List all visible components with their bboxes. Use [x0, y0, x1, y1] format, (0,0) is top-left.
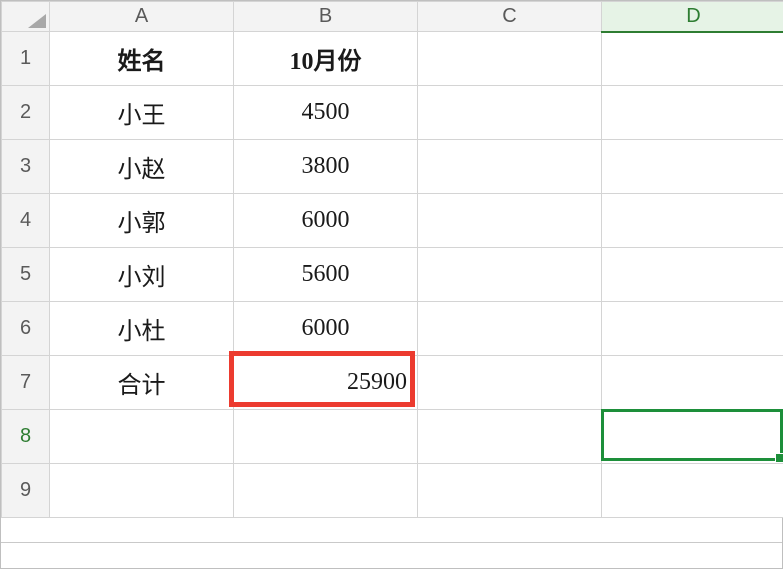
cell-D1[interactable]	[602, 32, 783, 86]
col-header-A[interactable]: A	[50, 2, 234, 32]
cell-A9[interactable]	[50, 464, 234, 518]
cell-A1[interactable]: 姓名	[50, 32, 234, 86]
cell-C3[interactable]	[418, 140, 602, 194]
cell-C7[interactable]	[418, 356, 602, 410]
cell-B6[interactable]: 6000	[234, 302, 418, 356]
table-row: 4 小郭 6000	[2, 194, 783, 248]
cell-A2[interactable]: 小王	[50, 86, 234, 140]
cell-B3[interactable]: 3800	[234, 140, 418, 194]
row-header-1[interactable]: 1	[2, 32, 50, 86]
spreadsheet-grid[interactable]: A B C D 1 姓名 10月份 2 小王 4500 3	[1, 1, 783, 518]
table-row: 3 小赵 3800	[2, 140, 783, 194]
cell-C4[interactable]	[418, 194, 602, 248]
cell-B8[interactable]	[234, 410, 418, 464]
cell-D8[interactable]	[602, 410, 783, 464]
cell-D5[interactable]	[602, 248, 783, 302]
cell-A6[interactable]: 小杜	[50, 302, 234, 356]
table-row: 1 姓名 10月份	[2, 32, 783, 86]
column-header-row: A B C D	[2, 2, 783, 32]
row-header-7[interactable]: 7	[2, 356, 50, 410]
cell-A5[interactable]: 小刘	[50, 248, 234, 302]
table-row: 6 小杜 6000	[2, 302, 783, 356]
cell-C9[interactable]	[418, 464, 602, 518]
col-header-B[interactable]: B	[234, 2, 418, 32]
select-all-corner[interactable]	[2, 2, 50, 32]
cell-A7[interactable]: 合计	[50, 356, 234, 410]
cell-D4[interactable]	[602, 194, 783, 248]
cell-D2[interactable]	[602, 86, 783, 140]
table-row: 7 合计 25900	[2, 356, 783, 410]
cell-C1[interactable]	[418, 32, 602, 86]
row-header-2[interactable]: 2	[2, 86, 50, 140]
cell-A3[interactable]: 小赵	[50, 140, 234, 194]
cell-B7[interactable]: 25900	[234, 356, 418, 410]
row-header-5[interactable]: 5	[2, 248, 50, 302]
cell-B9[interactable]	[234, 464, 418, 518]
row-header-8[interactable]: 8	[2, 410, 50, 464]
row-header-3[interactable]: 3	[2, 140, 50, 194]
col-header-C[interactable]: C	[418, 2, 602, 32]
table-row: 5 小刘 5600	[2, 248, 783, 302]
bottom-edge-shadow	[1, 542, 782, 543]
cell-C6[interactable]	[418, 302, 602, 356]
cell-C8[interactable]	[418, 410, 602, 464]
row-header-9[interactable]: 9	[2, 464, 50, 518]
cell-C2[interactable]	[418, 86, 602, 140]
table-row: 2 小王 4500	[2, 86, 783, 140]
table-row: 9	[2, 464, 783, 518]
cell-B2[interactable]: 4500	[234, 86, 418, 140]
cell-B1[interactable]: 10月份	[234, 32, 418, 86]
cell-A8[interactable]	[50, 410, 234, 464]
cell-D6[interactable]	[602, 302, 783, 356]
row-header-4[interactable]: 4	[2, 194, 50, 248]
col-header-D[interactable]: D	[602, 2, 783, 32]
cell-B4[interactable]: 6000	[234, 194, 418, 248]
spreadsheet-viewport: A B C D 1 姓名 10月份 2 小王 4500 3	[0, 0, 783, 569]
cell-D7[interactable]	[602, 356, 783, 410]
table-row: 8	[2, 410, 783, 464]
cell-B5[interactable]: 5600	[234, 248, 418, 302]
cell-A4[interactable]: 小郭	[50, 194, 234, 248]
row-header-6[interactable]: 6	[2, 302, 50, 356]
cell-C5[interactable]	[418, 248, 602, 302]
cell-D9[interactable]	[602, 464, 783, 518]
cell-D3[interactable]	[602, 140, 783, 194]
